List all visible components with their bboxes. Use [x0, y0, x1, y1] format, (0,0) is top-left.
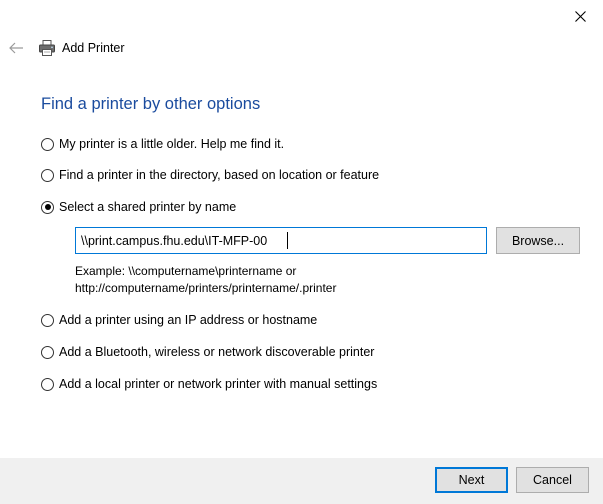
window-title: Add Printer: [62, 41, 125, 55]
radio-bluetooth-wireless[interactable]: [41, 345, 54, 359]
printer-icon: [39, 40, 55, 56]
next-button[interactable]: Next: [435, 467, 508, 493]
page-heading: Find a printer by other options: [41, 95, 261, 113]
cancel-button[interactable]: Cancel: [516, 467, 589, 493]
back-arrow-icon: [9, 42, 23, 54]
option-ip-hostname[interactable]: Add a printer using an IP address or hos…: [41, 311, 317, 329]
shared-printer-name-input[interactable]: [75, 227, 487, 254]
option-older-printer[interactable]: My printer is a little older. Help me fi…: [41, 135, 284, 153]
option-bluetooth-wireless[interactable]: Add a Bluetooth, wireless or network dis…: [41, 343, 374, 361]
back-button[interactable]: [6, 38, 26, 58]
option-label: My printer is a little older. Help me fi…: [59, 137, 285, 151]
close-button[interactable]: [557, 0, 603, 32]
example-text: Example: \\computername\printername or h…: [75, 263, 336, 297]
radio-local-manual[interactable]: [41, 377, 54, 391]
radio-shared-printer[interactable]: [41, 200, 54, 214]
radio-directory[interactable]: [41, 168, 54, 182]
example-line-2: http://computername/printers/printername…: [75, 281, 337, 295]
option-label: Add a local printer or network printer w…: [59, 377, 378, 391]
option-directory[interactable]: Find a printer in the directory, based o…: [41, 166, 379, 184]
add-printer-dialog: Add Printer Find a printer by other opti…: [0, 0, 603, 504]
radio-ip-hostname[interactable]: [41, 313, 54, 327]
close-icon: [574, 10, 586, 22]
example-line-1: Example: \\computername\printername or: [75, 264, 297, 278]
text-caret: [287, 232, 288, 249]
browse-button[interactable]: Browse...: [496, 227, 580, 254]
option-label: Add a Bluetooth, wireless or network dis…: [59, 345, 375, 359]
option-local-manual[interactable]: Add a local printer or network printer w…: [41, 375, 377, 393]
option-label: Add a printer using an IP address or hos…: [59, 313, 318, 327]
option-label: Select a shared printer by name: [59, 200, 237, 214]
dialog-footer: [0, 458, 603, 504]
radio-older-printer[interactable]: [41, 137, 54, 151]
option-shared-printer[interactable]: Select a shared printer by name: [41, 198, 236, 216]
option-label: Find a printer in the directory, based o…: [59, 168, 380, 182]
